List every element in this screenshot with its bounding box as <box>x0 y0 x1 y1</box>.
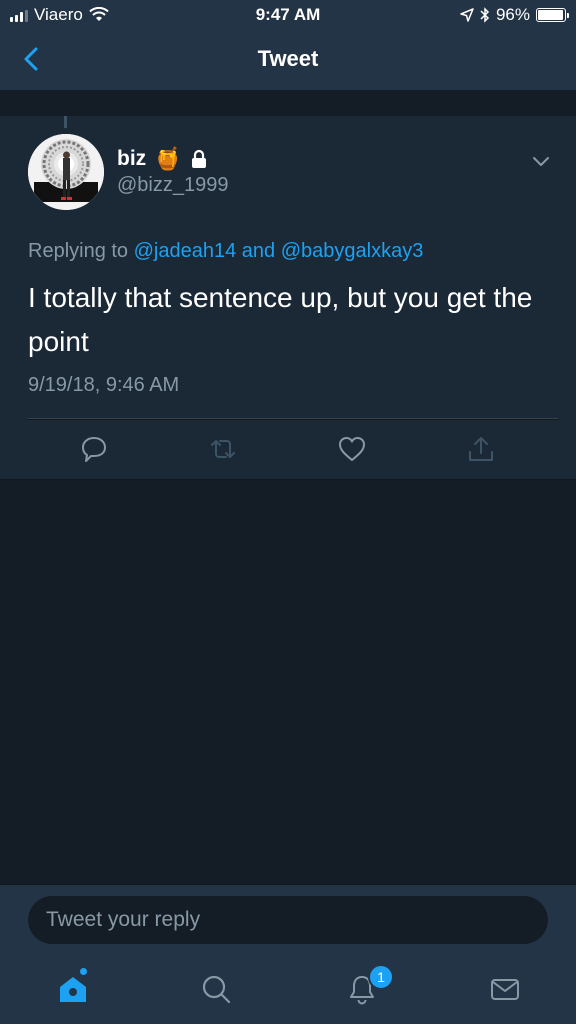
display-name-row: biz 🍯 <box>117 146 208 172</box>
home-icon[interactable] <box>56 972 90 1006</box>
tweet-timestamp: 9/19/18, 9:46 AM <box>28 374 180 396</box>
battery-fill <box>538 10 563 20</box>
thread-line <box>64 116 67 128</box>
avatar-image <box>28 134 104 210</box>
divider <box>28 418 558 420</box>
lock-icon <box>191 149 206 168</box>
user-handle[interactable]: @bizz_1999 <box>117 174 228 197</box>
status-bar: Viaero 9:47 AM 96% <box>0 0 576 30</box>
display-name[interactable]: biz <box>117 147 146 171</box>
search-icon[interactable] <box>199 972 233 1006</box>
reply-bar: Tweet your reply <box>0 884 576 955</box>
share-icon[interactable] <box>466 434 496 464</box>
tab-bar: 1 <box>0 954 576 1024</box>
reply-input[interactable]: Tweet your reply <box>28 896 548 944</box>
messages-icon[interactable] <box>488 972 522 1006</box>
chevron-down-icon[interactable] <box>530 150 552 172</box>
location-icon <box>460 8 474 22</box>
retweet-icon[interactable] <box>208 434 238 464</box>
battery-icon <box>536 8 569 22</box>
replying-prefix: Replying to <box>28 240 129 262</box>
notifications-badge: 1 <box>368 964 394 990</box>
nav-bar: Tweet <box>0 30 576 91</box>
like-icon[interactable] <box>337 434 367 464</box>
reply-user-link[interactable]: @babygalxkay3 <box>281 240 424 262</box>
section-gap <box>0 90 576 116</box>
page-title: Tweet <box>257 46 319 71</box>
tweet-card: biz 🍯 @bizz_1999 Replying to @jadeah14 a… <box>0 116 576 480</box>
replying-to: Replying to @jadeah14 and @babygalxkay3 <box>28 240 423 263</box>
battery-percent: 96% <box>495 5 530 24</box>
honey-pot-emoji: 🍯 <box>154 146 182 171</box>
status-right: 96% <box>460 5 569 25</box>
avatar[interactable] <box>28 134 104 210</box>
reply-and: and <box>241 240 276 262</box>
home-new-dot <box>80 968 87 975</box>
tweet-text: I totally that sentence up, but you get … <box>28 282 533 357</box>
bluetooth-icon <box>480 7 490 23</box>
reply-icon[interactable] <box>79 434 109 464</box>
reply-user-link[interactable]: @jadeah14 <box>134 240 237 262</box>
